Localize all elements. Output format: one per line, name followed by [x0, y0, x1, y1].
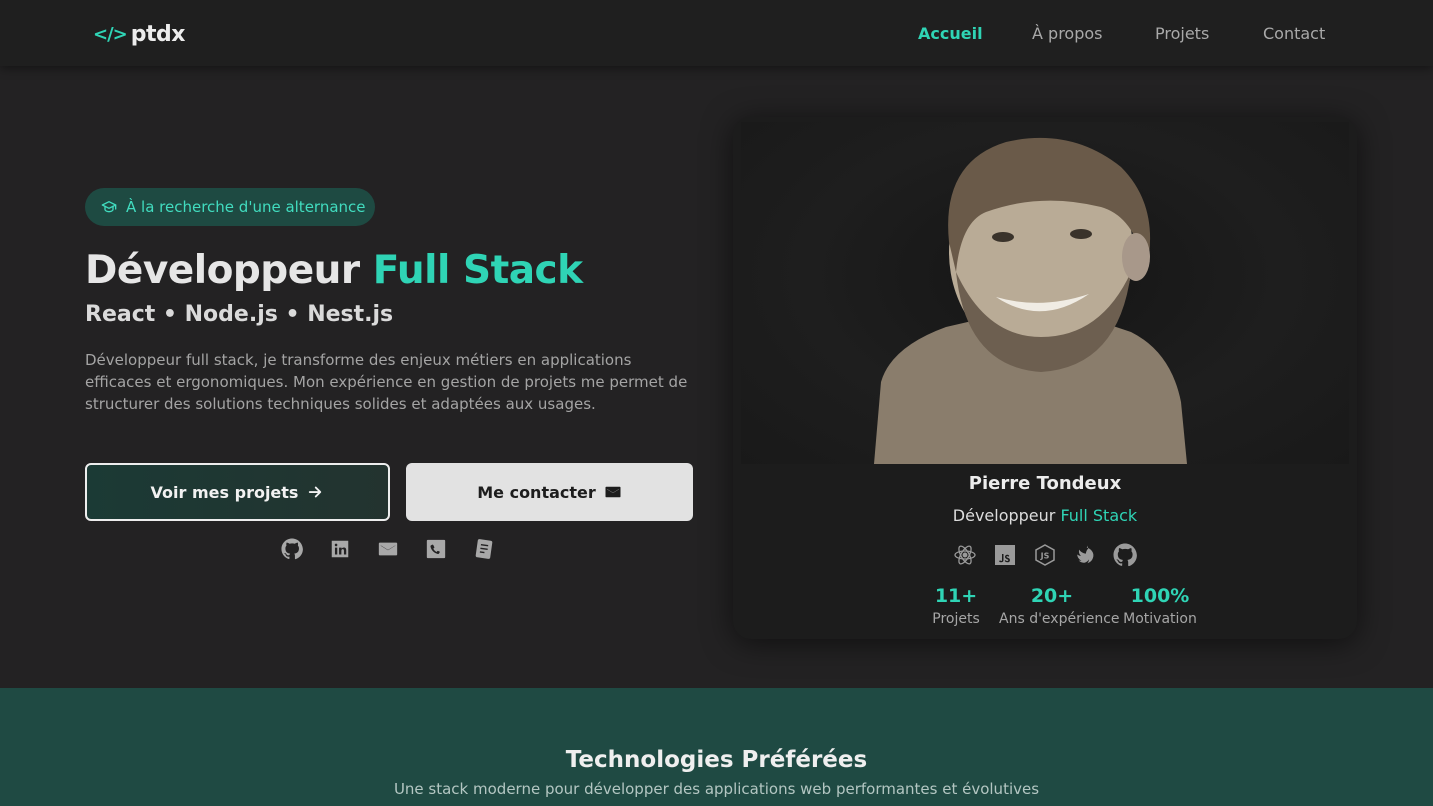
section-title: Technologies Préférées: [565, 747, 868, 773]
profile-card: Pierre Tondeux Développeur Full Stack JS: [733, 117, 1357, 639]
stat-projects: 11+ Projets: [913, 585, 999, 627]
title-accent: Full Stack: [372, 248, 583, 293]
tech-stack-subtitle: React • Node.js • Nest.js: [85, 302, 394, 327]
react-icon: [954, 545, 976, 565]
javascript-tech: [993, 543, 1017, 567]
stat-value: 20+: [1030, 585, 1074, 607]
navbar: </> ptdx Accueil À propos Projets Contac…: [0, 0, 1433, 66]
role-main: Développeur: [952, 506, 1061, 525]
title-main: Développeur: [85, 248, 373, 293]
status-badge: À la recherche d'une alternance: [85, 188, 375, 226]
profile-portrait: [874, 137, 1187, 464]
stat-value: 100%: [1130, 585, 1190, 607]
stat-label: Projets: [932, 611, 980, 627]
section-subtitle: Une stack moderne pour développer des ap…: [393, 780, 1040, 798]
profile-photo: [741, 122, 1349, 464]
stat-label: Motivation: [1123, 611, 1197, 627]
document-icon: [475, 539, 493, 559]
phone-link[interactable]: [424, 537, 448, 561]
github-link[interactable]: [280, 537, 304, 561]
email-link[interactable]: [376, 537, 400, 561]
stat-experience: 20+ Ans d'expérience: [999, 585, 1120, 627]
mail-icon: [605, 486, 621, 498]
github-tech: [1113, 543, 1137, 567]
profile-role: Développeur Full Stack: [733, 506, 1357, 525]
hero-description: Développeur full stack, je transforme de…: [85, 351, 688, 413]
stat-label: Ans d'expérience: [999, 611, 1120, 627]
react-tech: [953, 543, 977, 567]
stat-value: 11+: [934, 585, 978, 607]
page-title: Développeur Full Stack: [85, 248, 583, 293]
nodejs-tech: JS: [1033, 543, 1057, 567]
resume-link[interactable]: [472, 537, 496, 561]
nav-link-contact[interactable]: Contact: [1263, 24, 1325, 43]
profile-stats: 11+ Projets 20+ Ans d'expérience 100% Mo…: [913, 585, 1215, 627]
nestjs-tech: [1073, 543, 1097, 567]
view-projects-button[interactable]: Voir mes projets: [85, 463, 390, 521]
mail-icon: [378, 542, 398, 556]
code-icon: </>: [93, 23, 128, 45]
phone-icon: [426, 539, 446, 559]
nav-link-a-propos[interactable]: À propos: [1032, 24, 1155, 43]
graduation-cap-icon: [101, 201, 117, 213]
logo[interactable]: </> ptdx: [93, 19, 185, 49]
profile-name: Pierre Tondeux: [968, 473, 1122, 494]
arrow-right-icon: [309, 486, 322, 498]
github-icon: [281, 538, 303, 560]
nodejs-icon: JS: [1035, 544, 1055, 566]
nav-links: Accueil À propos Projets Contact: [918, 24, 1325, 43]
status-badge-label: À la recherche d'une alternance: [126, 198, 366, 216]
linkedin-icon: [331, 540, 349, 558]
role-accent: Full Stack: [1060, 506, 1138, 525]
nav-link-projets[interactable]: Projets: [1155, 24, 1263, 43]
social-links: [280, 537, 496, 561]
stat-motivation: 100% Motivation: [1105, 585, 1215, 627]
contact-me-button[interactable]: Me contacter: [406, 463, 693, 521]
technologies-section: Technologies Préférées Une stack moderne…: [0, 688, 1433, 806]
svg-text:JS: JS: [1040, 552, 1050, 561]
linkedin-link[interactable]: [328, 537, 352, 561]
github-icon: [1113, 543, 1137, 567]
logo-text: ptdx: [130, 21, 186, 47]
javascript-icon: [995, 545, 1015, 565]
contact-me-label: Me contacter: [477, 482, 596, 502]
nav-link-accueil[interactable]: Accueil: [918, 24, 1032, 43]
tech-icons: JS: [953, 543, 1137, 567]
view-projects-label: Voir mes projets: [150, 482, 299, 502]
nestjs-icon: [1077, 545, 1094, 564]
